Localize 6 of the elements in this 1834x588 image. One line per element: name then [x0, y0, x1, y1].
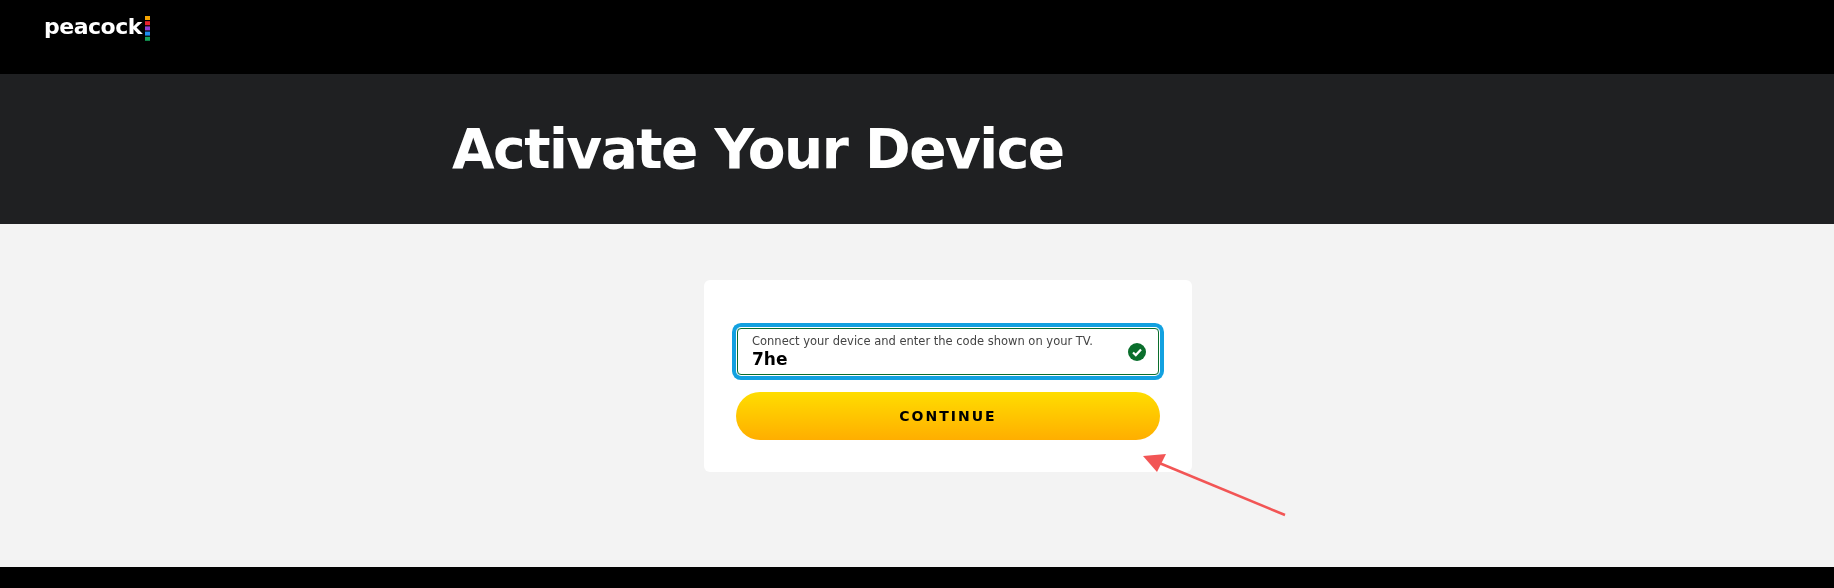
logo-dots-icon — [144, 16, 151, 42]
field-label: Connect your device and enter the code shown on your TV. — [752, 334, 1094, 349]
page-title: Activate Your Device — [452, 117, 1064, 181]
code-input[interactable]: 7he — [752, 348, 1128, 369]
continue-button[interactable]: CONTINUE — [736, 392, 1160, 440]
peacock-logo[interactable]: peacock — [44, 16, 151, 42]
